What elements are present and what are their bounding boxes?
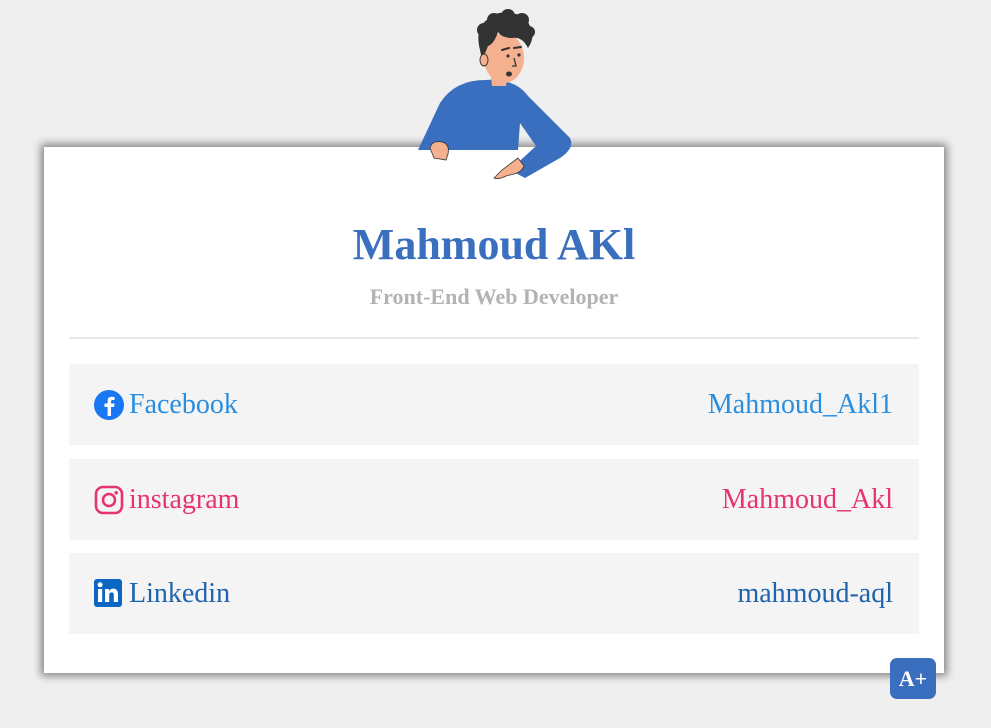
social-platform-label: instagram bbox=[129, 483, 240, 515]
instagram-icon bbox=[93, 484, 125, 516]
profile-title: Front-End Web Developer bbox=[369, 284, 619, 309]
social-row-instagram[interactable]: instagram Mahmoud_Akl bbox=[69, 459, 919, 540]
profile-name: Mahmoud AKl bbox=[352, 220, 636, 269]
social-platform: Linkedin bbox=[93, 578, 230, 610]
social-handle[interactable]: Mahmoud_Akl bbox=[722, 484, 893, 516]
linkedin-icon bbox=[93, 578, 125, 610]
social-row-linkedin[interactable]: Linkedin mahmoud-aql bbox=[69, 553, 919, 634]
social-handle[interactable]: mahmoud-aql bbox=[737, 578, 893, 610]
page: Mahmoud AKl Front-End Web Developer Face… bbox=[0, 0, 991, 728]
profile-card: Mahmoud AKl Front-End Web Developer Face… bbox=[44, 147, 944, 673]
a-plus-button[interactable]: A+ bbox=[890, 658, 936, 699]
social-row-facebook[interactable]: Facebook Mahmoud_Akl1 bbox=[69, 364, 919, 445]
facebook-icon bbox=[93, 389, 125, 421]
developer-character-illustration bbox=[418, 9, 572, 180]
social-platform-label: Facebook bbox=[129, 388, 238, 420]
social-platform: Facebook bbox=[93, 389, 238, 421]
divider bbox=[69, 337, 919, 339]
social-platform: instagram bbox=[93, 484, 239, 516]
social-platform-label: Linkedin bbox=[129, 577, 231, 609]
social-handle[interactable]: Mahmoud_Akl1 bbox=[708, 389, 893, 421]
